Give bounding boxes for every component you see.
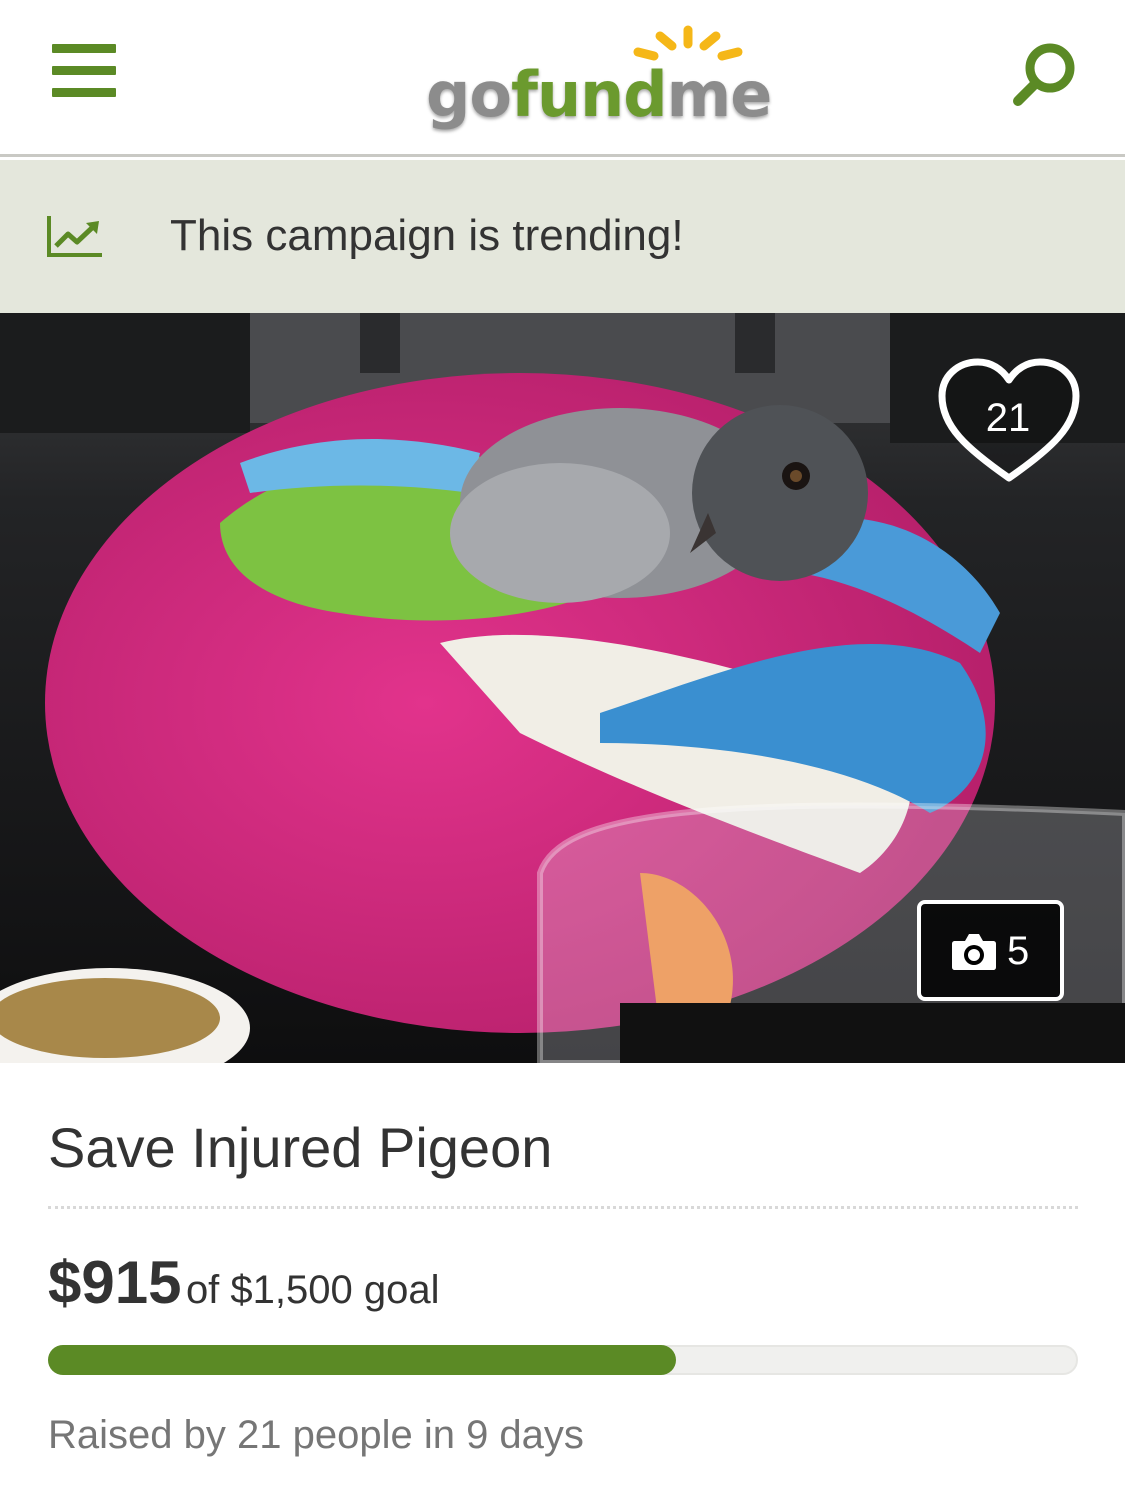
campaign-title: Save Injured Pigeon [48, 1116, 553, 1179]
top-header: gofundme [0, 0, 1125, 157]
trending-text: This campaign is trending! [170, 211, 684, 260]
camera-icon [952, 934, 996, 970]
progress-bar [48, 1345, 1078, 1375]
divider [48, 1206, 1078, 1209]
hamburger-menu-icon[interactable] [52, 44, 118, 98]
raised-summary: $915 of $1,500 goal [48, 1248, 440, 1334]
goal-text: of $1,500 goal [185, 1268, 440, 1312]
photo-count: 5 [1007, 929, 1030, 973]
campaign-byline: Raised by 21 people in 9 days [48, 1413, 584, 1457]
logo-wordmark: gofundme [423, 58, 775, 131]
trending-chart-icon [47, 216, 102, 257]
gofundme-logo[interactable]: gofundme [420, 22, 775, 132]
raised-amount: $915 [48, 1249, 182, 1316]
search-icon[interactable] [1008, 38, 1082, 108]
heart-count: 21 [985, 396, 1031, 440]
photo-gallery-button[interactable]: 5 [917, 900, 1064, 1001]
progress-fill [48, 1345, 676, 1375]
